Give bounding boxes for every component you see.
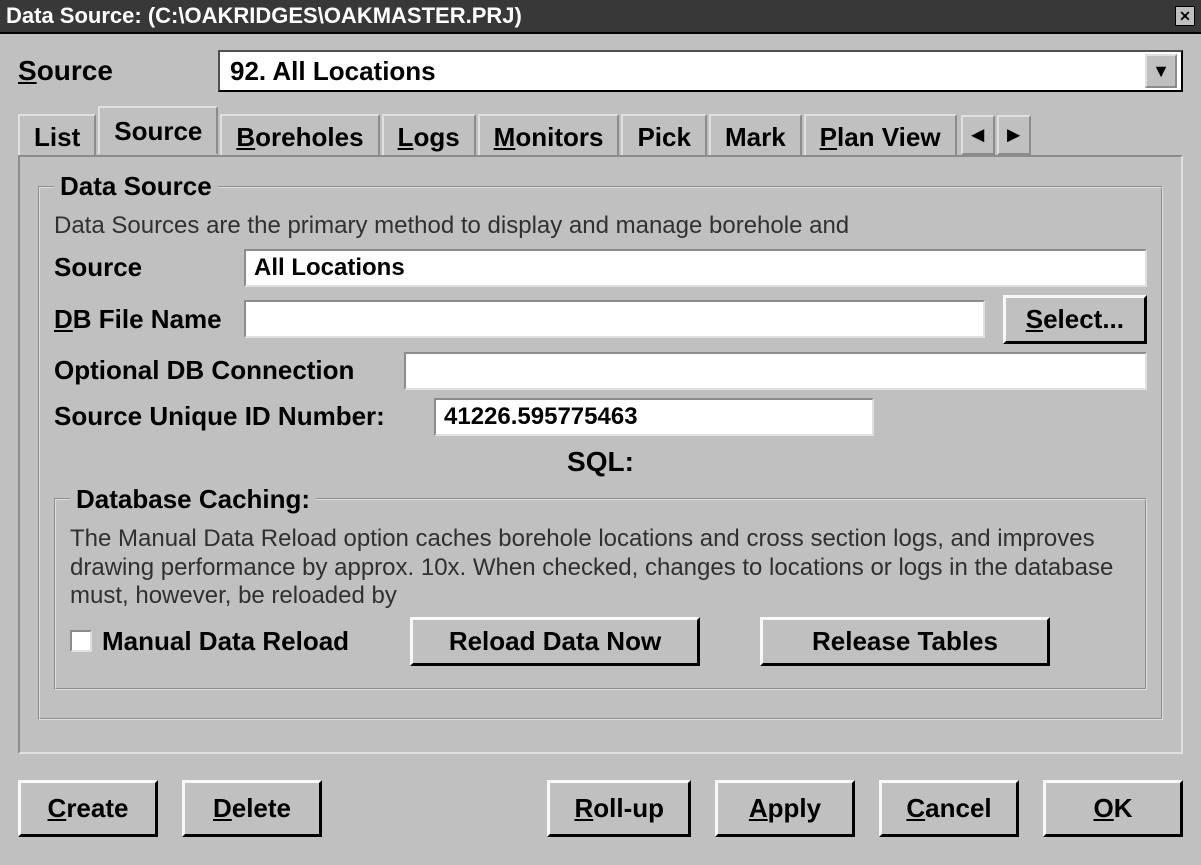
tab-planview[interactable]: Plan View xyxy=(804,114,957,157)
tabstrip: List Source Boreholes Logs Monitors Pick… xyxy=(18,106,1183,155)
source-field-label: Source xyxy=(54,252,244,283)
source-input[interactable] xyxy=(244,249,1147,287)
ok-button[interactable]: OK xyxy=(1043,780,1183,837)
tab-panel: Data Source Data Sources are the primary… xyxy=(18,155,1183,754)
tab-pick[interactable]: Pick xyxy=(621,114,707,157)
chevron-down-icon[interactable]: ▼ xyxy=(1145,54,1177,88)
caching-desc: The Manual Data Reload option caches bor… xyxy=(70,525,1131,609)
optconn-label: Optional DB Connection xyxy=(54,355,404,386)
tab-list[interactable]: List xyxy=(18,114,96,157)
rollup-button[interactable]: Roll-up xyxy=(547,780,691,837)
tab-scroll-left-icon[interactable]: ◄ xyxy=(961,115,995,155)
cancel-button[interactable]: Cancel xyxy=(879,780,1019,837)
uid-label: Source Unique ID Number: xyxy=(54,401,434,432)
tab-scroll-right-icon[interactable]: ► xyxy=(997,115,1031,155)
dialog-button-row: Create Delete Roll-up Apply Cancel OK xyxy=(18,780,1183,837)
source-combobox-value: 92. All Locations xyxy=(230,56,436,87)
apply-button[interactable]: Apply xyxy=(715,780,855,837)
tab-boreholes[interactable]: Boreholes xyxy=(220,114,379,157)
manual-reload-checkbox[interactable] xyxy=(70,630,92,652)
datasource-fieldset: Data Source Data Sources are the primary… xyxy=(38,171,1163,720)
dbfile-label: DB File Name xyxy=(54,304,244,335)
tab-monitors[interactable]: Monitors xyxy=(478,114,620,157)
optconn-input[interactable] xyxy=(404,352,1147,390)
dialog-window: Data Source: (C:\OAKRIDGES\OAKMASTER.PRJ… xyxy=(0,0,1201,851)
titlebar: Data Source: (C:\OAKRIDGES\OAKMASTER.PRJ… xyxy=(0,0,1201,34)
dbfile-input[interactable] xyxy=(244,300,985,338)
tab-mark[interactable]: Mark xyxy=(709,114,802,157)
reload-data-button[interactable]: Reload Data Now xyxy=(410,617,700,666)
caching-legend: Database Caching: xyxy=(70,484,316,515)
source-label: Source xyxy=(18,55,218,87)
uid-input[interactable] xyxy=(434,398,874,436)
datasource-legend: Data Source xyxy=(54,171,218,202)
caching-fieldset: Database Caching: The Manual Data Reload… xyxy=(54,484,1147,690)
release-tables-button[interactable]: Release Tables xyxy=(760,617,1050,666)
delete-button[interactable]: Delete xyxy=(182,780,322,837)
create-button[interactable]: Create xyxy=(18,780,158,837)
tab-logs[interactable]: Logs xyxy=(382,114,476,157)
manual-reload-label: Manual Data Reload xyxy=(102,626,349,657)
sql-label: SQL: xyxy=(54,446,1147,478)
tab-source[interactable]: Source xyxy=(98,106,218,155)
datasource-desc: Data Sources are the primary method to d… xyxy=(54,212,1147,241)
select-button[interactable]: Select... xyxy=(1003,295,1147,344)
window-title: Data Source: (C:\OAKRIDGES\OAKMASTER.PRJ… xyxy=(6,3,522,29)
close-icon[interactable]: ✕ xyxy=(1175,6,1195,26)
source-combobox[interactable]: 92. All Locations ▼ xyxy=(218,50,1183,92)
